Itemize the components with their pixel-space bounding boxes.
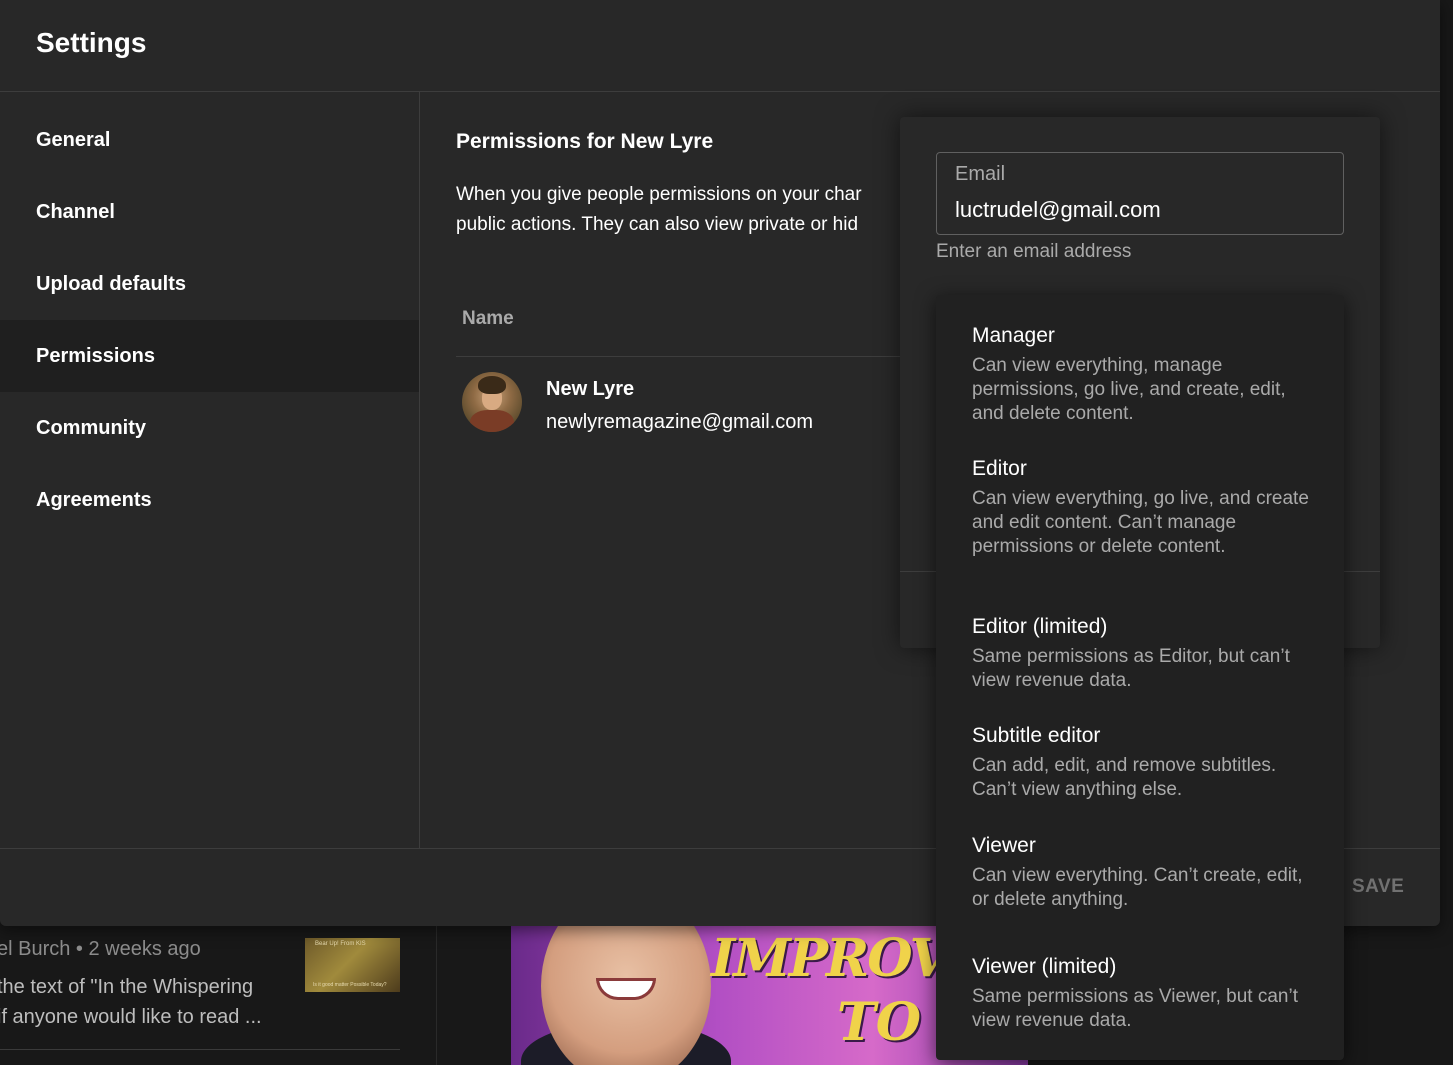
save-button[interactable]: SAVE	[1352, 876, 1404, 898]
role-title: Manager	[972, 324, 1055, 347]
role-option-viewer-limited[interactable]: Viewer (limited) Same permissions as Vie…	[972, 954, 1312, 1033]
user-email: newlyremagazine@gmail.com	[546, 411, 814, 433]
role-dropdown-menu: Manager Can view everything, manage perm…	[936, 295, 1344, 1060]
role-description: Can add, edit, and remove subtitles. Can…	[972, 755, 1277, 800]
email-field[interactable]: Email	[936, 152, 1344, 235]
page-title: Settings	[36, 27, 147, 58]
role-description: Can view everything, manage permissions,…	[972, 355, 1286, 424]
role-description: Can view everything, go live, and create…	[972, 488, 1309, 557]
role-title: Viewer (limited)	[972, 955, 1117, 978]
sidebar-item-permissions[interactable]: Permissions	[0, 320, 419, 392]
role-option-editor-limited[interactable]: Editor (limited) Same permissions as Edi…	[972, 614, 1312, 693]
role-option-viewer[interactable]: Viewer Can view everything. Can’t create…	[972, 833, 1312, 912]
comment-line: the text of "In the Whispering	[0, 976, 254, 998]
avatar-hair-image	[478, 376, 506, 394]
role-option-subtitle-editor[interactable]: Subtitle editor Can add, edit, and remov…	[972, 723, 1312, 802]
role-title: Subtitle editor	[972, 724, 1101, 747]
avatar-body-image	[470, 410, 514, 432]
sidebar-item-channel[interactable]: Channel	[0, 176, 419, 248]
email-input[interactable]	[955, 197, 1325, 223]
role-description: Same permissions as Editor, but can’t vi…	[972, 646, 1290, 691]
settings-sidebar: General Channel Upload defaults Permissi…	[0, 92, 420, 848]
modal-header: Settings	[0, 0, 1440, 92]
description-line: public actions. They can also view priva…	[456, 214, 859, 235]
sidebar-item-agreements[interactable]: Agreements	[0, 464, 419, 536]
email-helper-text: Enter an email address	[936, 241, 1132, 262]
role-option-editor[interactable]: Editor Can view everything, go live, and…	[972, 456, 1312, 559]
role-option-manager[interactable]: Manager Can view everything, manage perm…	[972, 323, 1312, 426]
user-name: New Lyre	[546, 378, 635, 400]
comment-meta: el Burch • 2 weeks ago	[0, 938, 201, 960]
role-title: Viewer	[972, 834, 1036, 857]
thumbnail-caption: Is it good matter Possible Today?	[313, 982, 387, 988]
comment-line: if anyone would like to read ...	[0, 1006, 262, 1028]
description-line: When you give people permissions on your…	[456, 184, 862, 205]
thumbnail-caption: Bear Up! From KIS	[315, 941, 366, 947]
role-description: Can view everything. Can’t create, edit,…	[972, 865, 1303, 910]
comment-text[interactable]: the text of "In the Whispering if anyone…	[0, 972, 287, 1032]
role-title: Editor (limited)	[972, 615, 1108, 638]
section-description: When you give people permissions on your…	[456, 180, 916, 240]
video-thumbnail[interactable]: Bear Up! From KIS Is it good matter Poss…	[305, 938, 400, 992]
table-divider	[456, 356, 926, 357]
sidebar-item-general[interactable]: General	[0, 104, 419, 176]
avatar	[462, 372, 522, 432]
column-header-name[interactable]: Name	[462, 308, 514, 330]
section-title: Permissions for New Lyre	[456, 130, 714, 153]
role-title: Editor	[972, 457, 1027, 480]
email-label: Email	[955, 163, 1006, 185]
sidebar-item-community[interactable]: Community	[0, 392, 419, 464]
sidebar-item-upload-defaults[interactable]: Upload defaults	[0, 248, 419, 320]
video-overlay-text: TO	[837, 992, 921, 1053]
divider	[0, 1049, 400, 1050]
role-description: Same permissions as Viewer, but can’t vi…	[972, 986, 1298, 1031]
